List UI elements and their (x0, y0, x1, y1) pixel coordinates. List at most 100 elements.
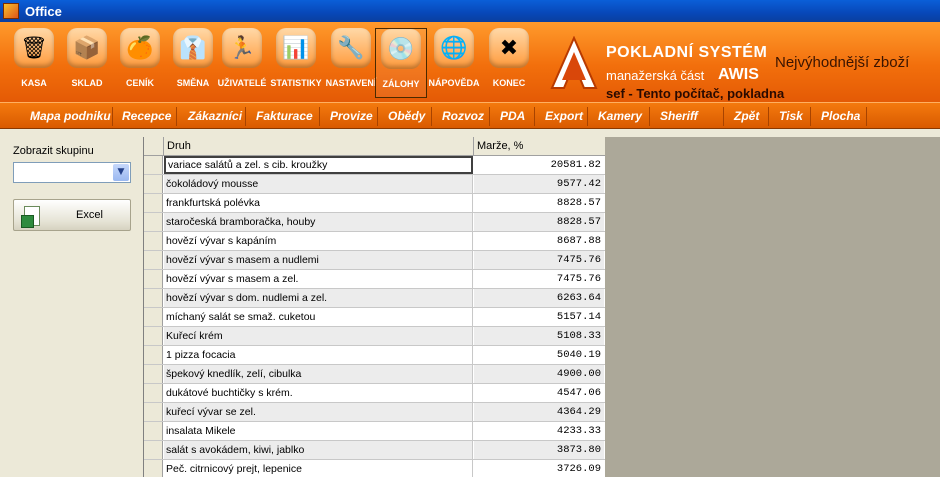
row-selector[interactable] (144, 460, 163, 477)
cell-marze[interactable]: 8828.57 (474, 213, 604, 231)
row-selector[interactable] (144, 251, 163, 269)
row-selector[interactable] (144, 403, 163, 421)
cell-druh[interactable]: hovězí vývar s kapáním (164, 232, 473, 250)
cell-marze[interactable]: 4233.33 (474, 422, 604, 440)
cell-druh[interactable]: 1 pizza focacia (164, 346, 473, 364)
menu-item-9[interactable]: Kamery (598, 109, 642, 123)
menu-item-1[interactable]: Recepce (122, 109, 171, 123)
toolbar-button-ceník[interactable]: 🍊 CENÍK (114, 28, 166, 98)
menu-item-5[interactable]: Obědy (388, 109, 425, 123)
excel-export-button[interactable]: Excel (13, 199, 131, 231)
cell-druh[interactable]: hovězí vývar s dom. nudlemi a zel. (164, 289, 473, 307)
cell-marze[interactable]: 3726.09 (474, 460, 604, 477)
menu-item-10[interactable]: Sheriff (660, 109, 698, 123)
cell-druh[interactable]: čokoládový mousse (164, 175, 473, 193)
brand-name: AWIS (718, 66, 759, 83)
menu-item-6[interactable]: Rozvoz (442, 109, 484, 123)
table-row[interactable]: čokoládový mousse 9577.42 (144, 175, 605, 194)
cell-marze[interactable]: 3873.80 (474, 441, 604, 459)
row-selector[interactable] (144, 422, 163, 440)
row-selector[interactable] (144, 289, 163, 307)
row-selector[interactable] (144, 232, 163, 250)
menu-item-12[interactable]: Tisk (779, 109, 803, 123)
table-row[interactable]: hovězí vývar s masem a nudlemi 7475.76 (144, 251, 605, 270)
table-row[interactable]: špekový knedlík, zelí, cibulka 4900.00 (144, 365, 605, 384)
toolbar-button-sklad[interactable]: 📦 SKLAD (61, 28, 113, 98)
menu-item-11[interactable]: Zpět (734, 109, 759, 123)
cell-druh[interactable]: kuřecí vývar se zel. (164, 403, 473, 421)
cell-marze[interactable]: 4364.29 (474, 403, 604, 421)
menu-separator (319, 107, 320, 126)
row-selector[interactable] (144, 270, 163, 288)
table-row[interactable]: hovězí vývar s masem a zel. 7475.76 (144, 270, 605, 289)
cell-druh[interactable]: staročeská bramboračka, houby (164, 213, 473, 231)
table-row[interactable]: variace salátů a zel. s cib. kroužky 2058… (144, 156, 605, 175)
cell-druh[interactable]: frankfurtská polévka (164, 194, 473, 212)
cell-marze[interactable]: 4547.06 (474, 384, 604, 402)
table-row[interactable]: staročeská bramboračka, houby 8828.57 (144, 213, 605, 232)
column-header-marze[interactable]: Marže, % (474, 137, 605, 156)
table-row[interactable]: hovězí vývar s kapáním 8687.88 (144, 232, 605, 251)
cell-druh[interactable]: míchaný salát se smaž. cuketou (164, 308, 473, 326)
cell-marze[interactable]: 6263.64 (474, 289, 604, 307)
menu-item-3[interactable]: Fakturace (256, 109, 313, 123)
menu-item-4[interactable]: Provize (330, 109, 373, 123)
table-row[interactable]: insalata Mikele 4233.33 (144, 422, 605, 441)
toolbar-button-směna[interactable]: 👔 SMĚNA (167, 28, 219, 98)
toolbar-button-nápověda[interactable]: 🌐 NÁPOVĚDA (428, 28, 480, 98)
cell-marze[interactable]: 8687.88 (474, 232, 604, 250)
row-selector-header (144, 137, 164, 156)
cell-marze[interactable]: 4900.00 (474, 365, 604, 383)
menu-item-8[interactable]: Export (545, 109, 583, 123)
cell-marze[interactable]: 7475.76 (474, 270, 604, 288)
table-row[interactable]: dukátové buchtičky s krém. 4547.06 (144, 384, 605, 403)
row-selector[interactable] (144, 327, 163, 345)
row-selector[interactable] (144, 384, 163, 402)
cell-druh[interactable]: hovězí vývar s masem a zel. (164, 270, 473, 288)
table-row[interactable]: 1 pizza focacia 5040.19 (144, 346, 605, 365)
row-selector[interactable] (144, 365, 163, 383)
toolbar-button-kasa[interactable]: 🗑 KASA (8, 28, 60, 98)
row-selector[interactable] (144, 213, 163, 231)
cell-marze[interactable]: 5157.14 (474, 308, 604, 326)
cell-marze[interactable]: 5040.19 (474, 346, 604, 364)
toolbar-button-zálohy[interactable]: 💿 ZÁLOHY (375, 28, 427, 98)
column-header-druh[interactable]: Druh (164, 137, 474, 156)
table-row[interactable]: kuřecí vývar se zel. 4364.29 (144, 403, 605, 422)
cell-druh[interactable]: variace salátů a zel. s cib. kroužky (164, 156, 473, 174)
cell-druh[interactable]: insalata Mikele (164, 422, 473, 440)
menu-item-0[interactable]: Mapa podniku (30, 109, 111, 123)
row-selector[interactable] (144, 346, 163, 364)
row-selector[interactable] (144, 194, 163, 212)
table-row[interactable]: míchaný salát se smaž. cuketou 5157.14 (144, 308, 605, 327)
cell-marze[interactable]: 20581.82 (474, 156, 604, 174)
cell-marze[interactable]: 9577.42 (474, 175, 604, 193)
cell-druh[interactable]: Peč. citrnicový prejt, lepenice (164, 460, 473, 477)
cell-druh[interactable]: dukátové buchtičky s krém. (164, 384, 473, 402)
chevron-down-icon[interactable]: ▼ (113, 164, 129, 181)
menu-item-13[interactable]: Plocha (821, 109, 860, 123)
row-selector[interactable] (144, 156, 163, 174)
group-select[interactable]: ▼ (13, 162, 131, 183)
cell-marze[interactable]: 5108.33 (474, 327, 604, 345)
table-row[interactable]: salát s avokádem, kiwi, jablko 3873.80 (144, 441, 605, 460)
row-selector[interactable] (144, 441, 163, 459)
cell-marze[interactable]: 8828.57 (474, 194, 604, 212)
cell-druh[interactable]: špekový knedlík, zelí, cibulka (164, 365, 473, 383)
table-row[interactable]: frankfurtská polévka 8828.57 (144, 194, 605, 213)
table-row[interactable]: Peč. citrnicový prejt, lepenice 3726.09 (144, 460, 605, 477)
cell-druh[interactable]: hovězí vývar s masem a nudlemi (164, 251, 473, 269)
toolbar-button-statistiky[interactable]: 📊 STATISTIKY (270, 28, 322, 98)
menu-item-7[interactable]: PDA (500, 109, 525, 123)
cell-druh[interactable]: Kuřecí krém (164, 327, 473, 345)
row-selector[interactable] (144, 175, 163, 193)
toolbar-button-konec[interactable]: ✖ KONEC (483, 28, 535, 98)
cell-marze[interactable]: 7475.76 (474, 251, 604, 269)
menu-item-2[interactable]: Zákazníci (188, 109, 242, 123)
table-row[interactable]: hovězí vývar s dom. nudlemi a zel. 6263.6… (144, 289, 605, 308)
toolbar-button-uživatelé[interactable]: 🏃 UŽIVATELÉ (216, 28, 268, 98)
toolbar-button-nastavení[interactable]: 🔧 NASTAVENÍ (325, 28, 377, 98)
table-row[interactable]: Kuřecí krém 5108.33 (144, 327, 605, 346)
row-selector[interactable] (144, 308, 163, 326)
cell-druh[interactable]: salát s avokádem, kiwi, jablko (164, 441, 473, 459)
